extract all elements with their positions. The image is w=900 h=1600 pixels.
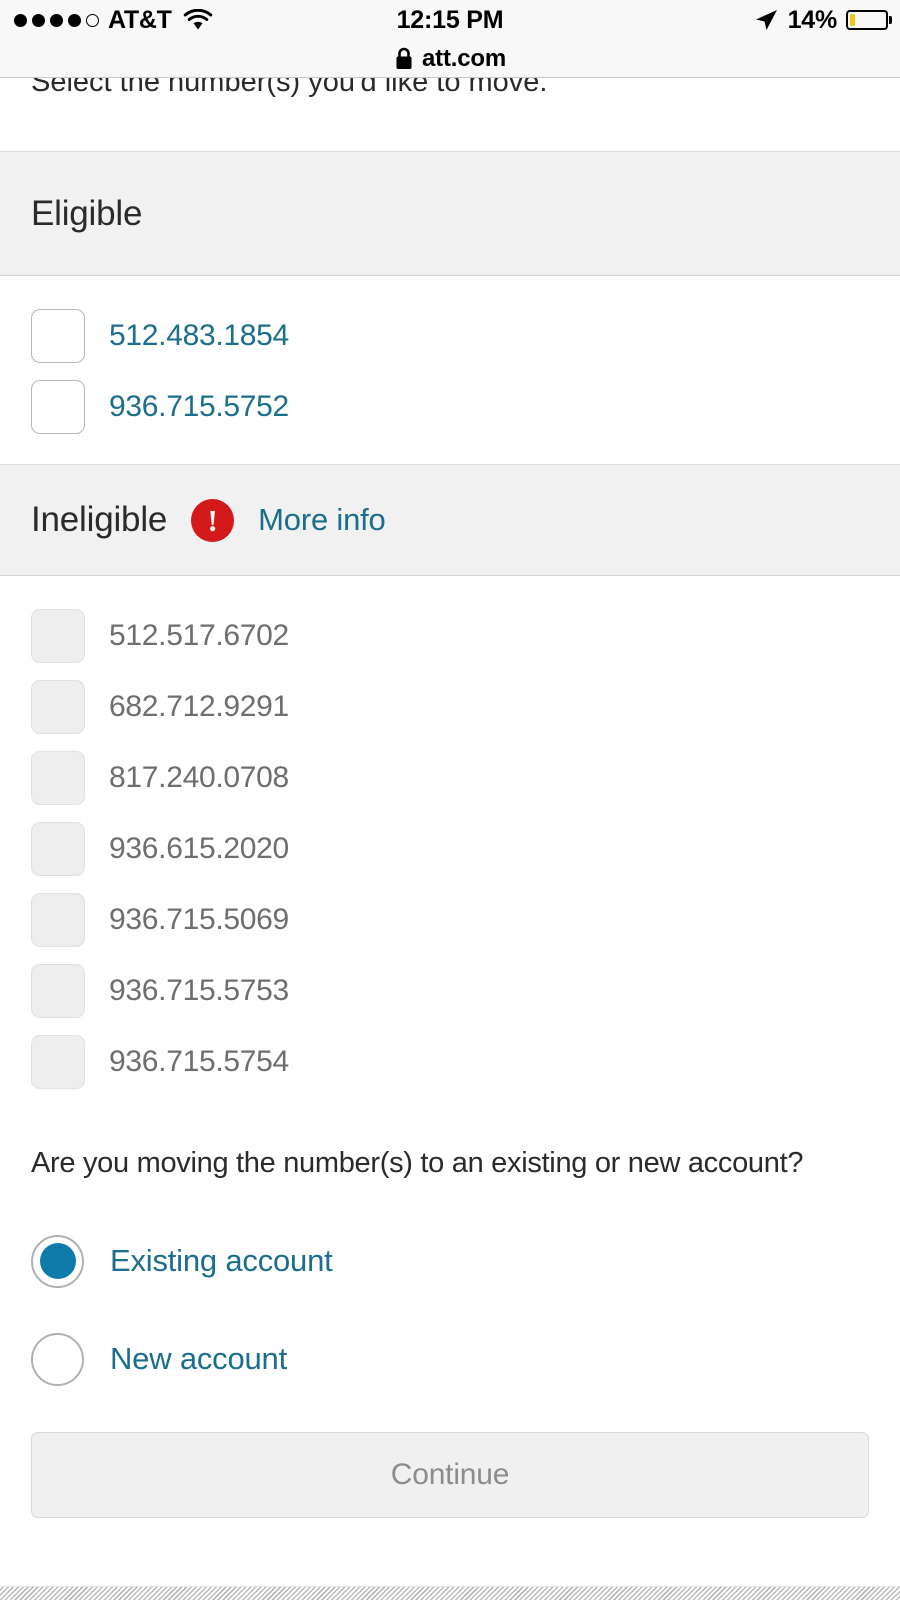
eligible-section-header: Eligible <box>0 151 900 276</box>
radio-button[interactable] <box>31 1234 84 1288</box>
radio-option-label[interactable]: Existing account <box>110 1243 333 1279</box>
number-row: 936.715.5753 <box>0 955 900 1026</box>
number-row[interactable]: 936.715.5752 <box>0 371 900 442</box>
page-content: Select the number(s) you'd like to move.… <box>0 78 900 1518</box>
account-type-radio-group: Existing account New account <box>0 1180 900 1408</box>
bottom-hatch-strip <box>0 1586 900 1600</box>
status-bar-right: 14% <box>753 6 888 35</box>
checkbox-ineligible-4 <box>31 892 85 947</box>
location-arrow-icon <box>755 10 777 30</box>
ios-status-bar: AT&T 12:15 PM 14% <box>0 0 900 40</box>
radio-option-1[interactable]: New account <box>0 1310 900 1408</box>
checkbox-ineligible-5 <box>31 963 85 1018</box>
more-info-link[interactable]: More info <box>258 502 386 538</box>
number-row: 682.712.9291 <box>0 671 900 742</box>
battery-percent-label: 14% <box>787 5 838 34</box>
ineligible-title: Ineligible <box>31 500 168 539</box>
number-row: 817.240.0708 <box>0 742 900 813</box>
eligible-title: Eligible <box>31 193 143 233</box>
ineligible-number-list: 512.517.6702 682.712.9291 817.240.0708 936.… <box>0 576 900 1107</box>
checkbox-ineligible-1 <box>31 679 85 734</box>
ineligible-section-header: Ineligible ! More info <box>0 464 900 576</box>
number-row: 512.517.6702 <box>0 600 900 671</box>
phone-number-label: 936.715.5753 <box>109 973 289 1007</box>
number-row: 936.715.5754 <box>0 1026 900 1097</box>
number-row: 936.615.2020 <box>0 813 900 884</box>
phone-number-label: 936.715.5069 <box>109 902 289 936</box>
phone-number-label: 817.240.0708 <box>109 760 289 794</box>
eligible-number-list: 512.483.1854 936.715.5752 <box>0 276 900 464</box>
phone-number-label: 936.715.5754 <box>109 1044 289 1078</box>
radio-option-0[interactable]: Existing account <box>0 1212 900 1310</box>
checkbox-eligible-0[interactable] <box>31 308 85 363</box>
phone-number-label[interactable]: 936.715.5752 <box>109 390 289 424</box>
battery-icon <box>846 10 888 30</box>
alert-exclamation-icon: ! <box>191 498 235 542</box>
radio-selected-dot <box>39 1243 76 1279</box>
checkbox-ineligible-3 <box>31 821 85 876</box>
continue-button[interactable]: Continue <box>31 1432 869 1518</box>
checkbox-ineligible-6 <box>31 1034 85 1089</box>
checkbox-ineligible-2 <box>31 750 85 805</box>
url-label: att.com <box>422 44 506 72</box>
lock-icon <box>396 47 412 69</box>
phone-number-label[interactable]: 512.483.1854 <box>109 319 289 353</box>
browser-url-bar[interactable]: att.com <box>0 40 900 78</box>
phone-number-label: 682.712.9291 <box>109 689 289 723</box>
intro-text: Select the number(s) you'd like to move. <box>31 78 548 98</box>
continue-button-container: Continue <box>0 1408 900 1518</box>
checkbox-ineligible-0 <box>31 608 85 663</box>
intro-text-container: Select the number(s) you'd like to move. <box>0 78 900 151</box>
phone-number-label: 512.517.6702 <box>109 618 289 652</box>
checkbox-eligible-1[interactable] <box>31 379 85 434</box>
radio-button[interactable] <box>31 1332 84 1386</box>
radio-option-label[interactable]: New account <box>110 1341 287 1377</box>
phone-number-label: 936.615.2020 <box>109 831 289 865</box>
number-row: 936.715.5069 <box>0 884 900 955</box>
number-row[interactable]: 512.483.1854 <box>0 300 900 371</box>
account-question-label: Are you moving the number(s) to an exist… <box>31 1147 804 1179</box>
